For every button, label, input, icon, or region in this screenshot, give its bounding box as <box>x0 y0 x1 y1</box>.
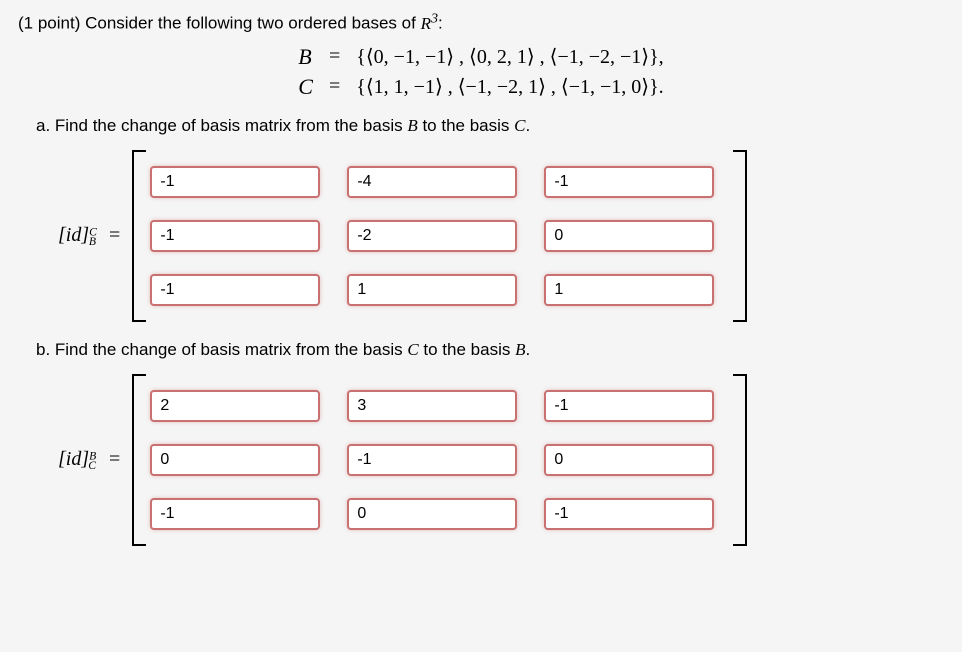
bases-definition: B = {⟨0, −1, −1⟩ , ⟨0, 2, 1⟩ , ⟨−1, −2, … <box>18 42 944 102</box>
basis-C-label: C <box>290 72 321 102</box>
matrix-a-grid <box>146 150 733 322</box>
matrix-a-cell-2-2[interactable] <box>544 274 714 306</box>
part-b-text: b. Find the change of basis matrix from … <box>36 340 944 360</box>
matrix-a-cell-0-1[interactable] <box>347 166 517 198</box>
matrix-b-label: [id]BC = <box>58 448 120 472</box>
space-symbol: R3 <box>421 14 438 33</box>
matrix-a-cell-0-2[interactable] <box>544 166 714 198</box>
matrix-a-cell-1-1[interactable] <box>347 220 517 252</box>
part-a-text: a. Find the change of basis matrix from … <box>36 116 944 136</box>
matrix-b-cell-1-2[interactable] <box>544 444 714 476</box>
left-bracket-icon <box>132 150 146 322</box>
matrix-a-cell-2-1[interactable] <box>347 274 517 306</box>
basis-B-label: B <box>290 42 321 72</box>
intro-text: (1 point) Consider the following two ord… <box>18 14 421 33</box>
right-bracket-icon <box>733 374 747 546</box>
equals-sign: = <box>321 72 348 102</box>
matrix-b-cell-0-2[interactable] <box>544 390 714 422</box>
basis-C-set: {⟨1, 1, −1⟩ , ⟨−1, −2, 1⟩ , ⟨−1, −1, 0⟩}… <box>348 72 671 102</box>
matrix-a-cell-2-0[interactable] <box>150 274 320 306</box>
matrix-a-cell-0-0[interactable] <box>150 166 320 198</box>
matrix-b-cell-1-0[interactable] <box>150 444 320 476</box>
matrix-b-cell-2-1[interactable] <box>347 498 517 530</box>
matrix-a-cell-1-0[interactable] <box>150 220 320 252</box>
matrix-a-label: [id]CB = <box>58 224 120 248</box>
matrix-a-container: [id]CB = <box>58 150 944 322</box>
matrix-b-grid <box>146 374 733 546</box>
equals-sign: = <box>321 42 348 72</box>
left-bracket-icon <box>132 374 146 546</box>
matrix-b-cell-0-0[interactable] <box>150 390 320 422</box>
basis-B-set: {⟨0, −1, −1⟩ , ⟨0, 2, 1⟩ , ⟨−1, −2, −1⟩}… <box>348 42 671 72</box>
matrix-b-cell-1-1[interactable] <box>347 444 517 476</box>
matrix-b-cell-2-0[interactable] <box>150 498 320 530</box>
matrix-b-container: [id]BC = <box>58 374 944 546</box>
problem-intro: (1 point) Consider the following two ord… <box>18 10 944 34</box>
matrix-b-cell-0-1[interactable] <box>347 390 517 422</box>
matrix-b-cell-2-2[interactable] <box>544 498 714 530</box>
right-bracket-icon <box>733 150 747 322</box>
matrix-a-cell-1-2[interactable] <box>544 220 714 252</box>
